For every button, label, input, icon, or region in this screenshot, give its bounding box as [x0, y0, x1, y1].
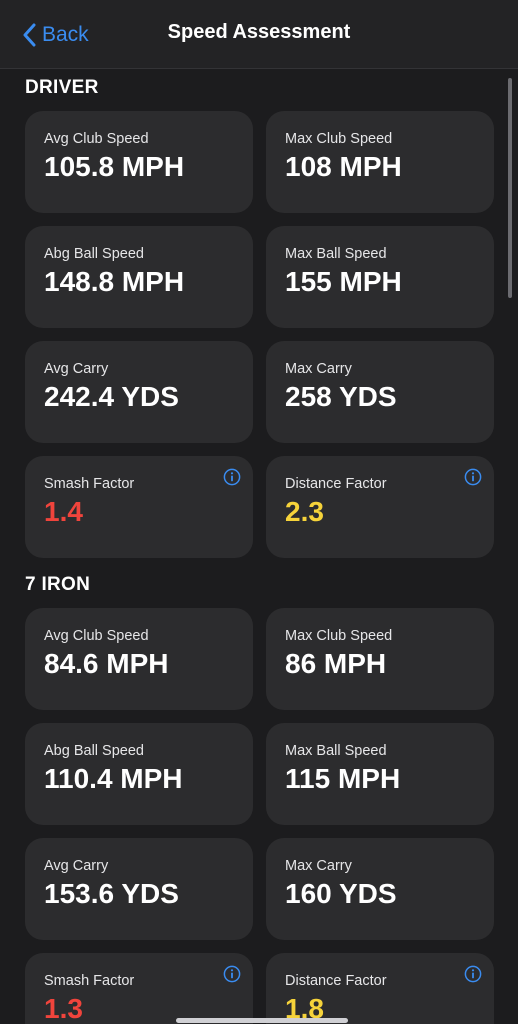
section-header-7-iron: 7 IRON: [25, 574, 91, 595]
stat-value: 86 MPH: [285, 648, 387, 679]
stat-card-driver-avg-club-speed: Avg Club Speed 105.8 MPH: [25, 111, 253, 213]
stat-value: 1.3: [44, 993, 83, 1024]
stat-label: Smash Factor: [44, 973, 135, 989]
page-title: Speed Assessment: [167, 21, 351, 43]
stat-card-7iron-distance-factor: Distance Factor 1.8: [266, 953, 494, 1024]
stat-card-driver-smash-factor: Smash Factor 1.4: [25, 456, 253, 558]
stat-card-driver-distance-factor: Distance Factor 2.3: [266, 456, 494, 558]
stat-card-driver-max-ball-speed: Max Ball Speed 155 MPH: [266, 226, 494, 328]
stat-card-driver-avg-ball-speed: Abg Ball Speed 148.8 MPH: [25, 226, 253, 328]
stat-value: 115 MPH: [285, 763, 401, 794]
stat-label: Max Carry: [285, 858, 352, 874]
info-icon[interactable]: [223, 468, 241, 486]
stat-label: Max Ball Speed: [285, 743, 387, 759]
stat-label: Max Club Speed: [285, 131, 393, 147]
stat-card-7iron-max-carry: Max Carry 160 YDS: [266, 838, 494, 940]
stat-card-driver-avg-carry: Avg Carry 242.4 YDS: [25, 341, 253, 443]
navigation-bar: Back Speed Assessment: [0, 0, 518, 69]
info-icon[interactable]: [464, 965, 482, 983]
stat-card-7iron-avg-club-speed: Avg Club Speed 84.6 MPH: [25, 608, 253, 710]
stat-value: 258 YDS: [285, 381, 397, 412]
stat-value: 148.8 MPH: [44, 266, 185, 297]
stat-value: 84.6 MPH: [44, 648, 169, 679]
stat-value: 153.6 YDS: [44, 878, 179, 909]
stat-label: Abg Ball Speed: [44, 743, 144, 759]
stat-label: Abg Ball Speed: [44, 246, 144, 262]
stat-card-driver-max-carry: Max Carry 258 YDS: [266, 341, 494, 443]
info-icon[interactable]: [223, 965, 241, 983]
stat-label: Max Club Speed: [285, 628, 393, 644]
stat-label: Avg Carry: [44, 361, 109, 377]
section-header-driver: DRIVER: [25, 77, 99, 98]
stat-label: Avg Club Speed: [44, 131, 149, 147]
stat-label: Avg Carry: [44, 858, 109, 874]
stat-value: 110.4 MPH: [44, 763, 183, 794]
stat-label: Smash Factor: [44, 476, 135, 492]
stat-value: 105.8 MPH: [44, 151, 185, 182]
stat-value: 160 YDS: [285, 878, 397, 909]
stat-value: 1.4: [44, 496, 83, 527]
stat-label: Distance Factor: [285, 476, 387, 492]
stat-label: Avg Club Speed: [44, 628, 149, 644]
stat-card-7iron-max-ball-speed: Max Ball Speed 115 MPH: [266, 723, 494, 825]
stat-label: Max Carry: [285, 361, 352, 377]
home-indicator[interactable]: [176, 1018, 348, 1023]
scroll-indicator[interactable]: [508, 78, 512, 298]
stat-value: 2.3: [285, 496, 324, 527]
stat-card-7iron-max-club-speed: Max Club Speed 86 MPH: [266, 608, 494, 710]
stat-value: 108 MPH: [285, 151, 402, 182]
stat-value: 242.4 YDS: [44, 381, 179, 412]
stat-label: Max Ball Speed: [285, 246, 387, 262]
stat-card-driver-max-club-speed: Max Club Speed 108 MPH: [266, 111, 494, 213]
stat-card-7iron-avg-carry: Avg Carry 153.6 YDS: [25, 838, 253, 940]
stat-card-7iron-smash-factor: Smash Factor 1.3: [25, 953, 253, 1024]
stat-label: Distance Factor: [285, 973, 387, 989]
stat-value: 155 MPH: [285, 266, 402, 297]
stat-card-7iron-avg-ball-speed: Abg Ball Speed 110.4 MPH: [25, 723, 253, 825]
info-icon[interactable]: [464, 468, 482, 486]
speed-assessment-screen: Back Speed Assessment DRIVER Avg Club Sp…: [0, 0, 518, 1024]
